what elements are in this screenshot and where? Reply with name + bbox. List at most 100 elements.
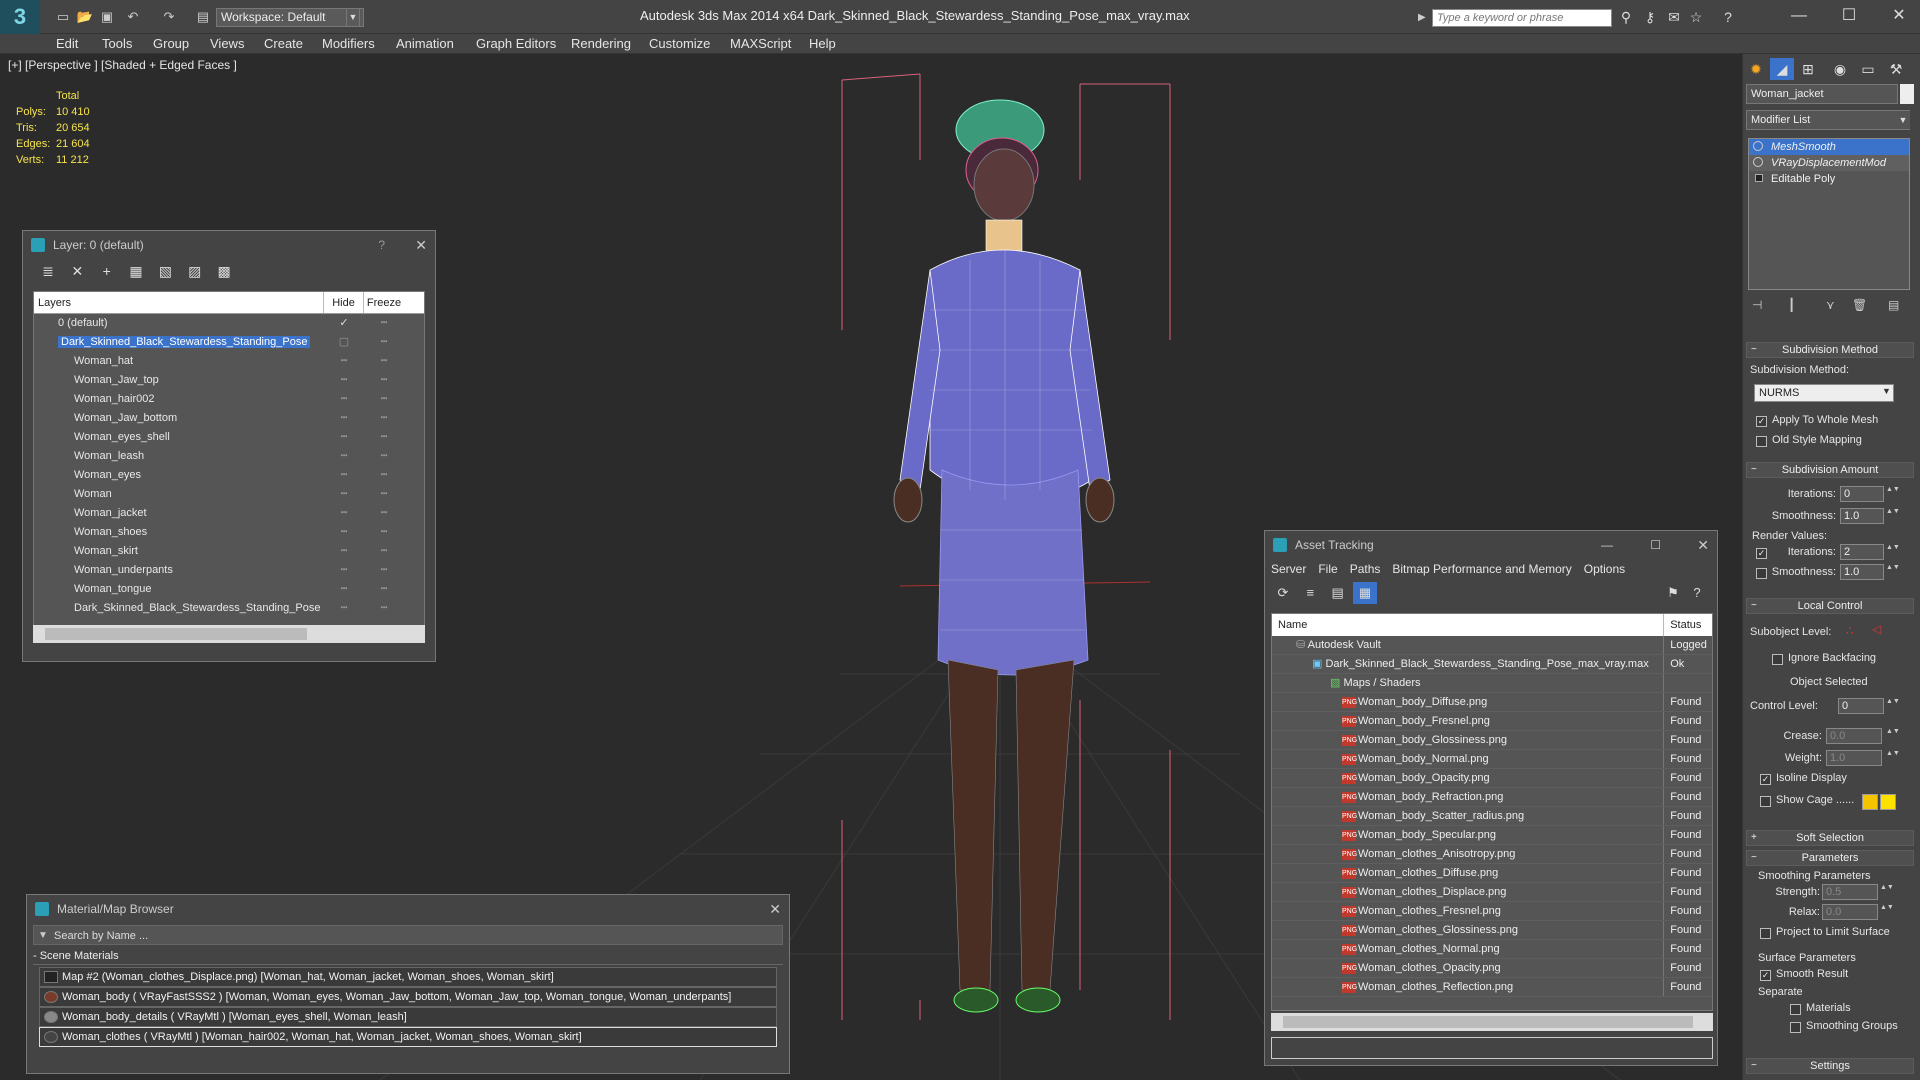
asset-path-field[interactable]	[1271, 1037, 1713, 1059]
freeze-toggle[interactable]: ┅	[364, 447, 404, 466]
hide-toggle[interactable]: ┅	[324, 485, 364, 504]
ignore-backfacing-checkbox[interactable]	[1772, 654, 1783, 665]
status-column-header[interactable]: Status	[1664, 614, 1712, 636]
layer-row[interactable]: Woman_hat ┅ ┅	[34, 352, 424, 371]
menu-maxscript[interactable]: MAXScript	[730, 34, 791, 54]
render-smoothness-spinner[interactable]: 1.0	[1840, 564, 1884, 580]
layer-row[interactable]: Woman ┅ ┅	[34, 485, 424, 504]
create-layer-icon[interactable]: ≣	[35, 259, 61, 283]
expand-icon[interactable]	[1755, 174, 1763, 182]
smoothing-groups-checkbox[interactable]	[1790, 1022, 1801, 1033]
refresh-icon[interactable]: ⟳	[1271, 582, 1295, 604]
create-tab-icon[interactable]: ✹	[1744, 58, 1768, 80]
old-style-mapping-checkbox[interactable]	[1756, 436, 1767, 447]
close-icon[interactable]: ✕	[769, 895, 781, 923]
apply-whole-mesh-checkbox[interactable]: ✓	[1756, 416, 1767, 427]
freeze-column-header[interactable]: Freeze	[364, 292, 404, 313]
table-row[interactable]: PNGWoman_body_Glossiness.png Found	[1272, 731, 1712, 750]
make-unique-icon[interactable]: ⋎	[1826, 298, 1835, 312]
hide-toggle[interactable]: ┅	[324, 428, 364, 447]
freeze-toggle[interactable]: ┅	[364, 466, 404, 485]
project-folder-icon[interactable]: ▤	[194, 8, 212, 26]
freeze-toggle[interactable]: ┅	[364, 314, 404, 333]
spinner-arrows-icon[interactable]: ▲▼	[1880, 884, 1894, 900]
menu-animation[interactable]: Animation	[396, 34, 454, 54]
asset-menu-options[interactable]: Options	[1584, 559, 1625, 579]
table-row[interactable]: PNGWoman_body_Normal.png Found	[1272, 750, 1712, 769]
layer-row[interactable]: Woman_eyes_shell ┅ ┅	[34, 428, 424, 447]
stewardess-3d-model[interactable]	[830, 60, 1190, 1020]
modifier-list-dropdown[interactable]: Modifier List	[1746, 110, 1910, 130]
layer-row[interactable]: Woman_leash ┅ ┅	[34, 447, 424, 466]
spinner-arrows-icon[interactable]: ▲▼	[1886, 698, 1900, 714]
table-row[interactable]: PNGWoman_clothes_Anisotropy.png Found	[1272, 845, 1712, 864]
table-row[interactable]: PNGWoman_body_Specular.png Found	[1272, 826, 1712, 845]
undo-icon[interactable]: ↶	[124, 8, 142, 26]
layer-row[interactable]: 0 (default) ✓ ┅	[34, 314, 424, 333]
menu-edit[interactable]: Edit	[56, 34, 78, 54]
freeze-toggle[interactable]: ┅	[364, 390, 404, 409]
rollout-local-control[interactable]: − Local Control	[1746, 598, 1914, 614]
save-icon[interactable]: ▣	[98, 8, 116, 26]
motion-tab-icon[interactable]: ◉	[1828, 58, 1852, 80]
layer-row[interactable]: Woman_underpants ┅ ┅	[34, 561, 424, 580]
crease-spinner[interactable]: 0.0	[1826, 728, 1882, 744]
chevron-down-icon[interactable]: ▼	[1896, 111, 1910, 129]
object-color-swatch[interactable]	[1900, 84, 1914, 104]
weight-spinner[interactable]: 1.0	[1826, 750, 1882, 766]
table-row[interactable]: ▧ Maps / Shaders	[1272, 674, 1712, 693]
tree-view-icon[interactable]: ▤	[1326, 582, 1350, 604]
layer-row[interactable]: Dark_Skinned_Black_Stewardess_Standing_P…	[34, 599, 424, 618]
search-by-name-input[interactable]: ▼ Search by Name ...	[33, 925, 783, 945]
layer-panel-titlebar[interactable]: Layer: 0 (default) ? ✕	[23, 231, 435, 259]
app-logo-button[interactable]: 3	[0, 0, 40, 34]
stack-item-vraydisplacement[interactable]: VRayDisplacementMod	[1749, 155, 1909, 171]
smoothness-spinner[interactable]: 1.0	[1840, 508, 1884, 524]
layer-row[interactable]: Woman_Jaw_top ┅ ┅	[34, 371, 424, 390]
chevron-down-icon[interactable]: ▼	[38, 926, 48, 946]
hide-toggle[interactable]: ▢	[324, 333, 364, 352]
open-file-icon[interactable]: 📂	[76, 8, 94, 26]
material-list-item[interactable]: Woman_body_details ( VRayMtl ) [Woman_ey…	[39, 1007, 777, 1027]
asset-menu-bitmap-performance[interactable]: Bitmap Performance and Memory	[1392, 559, 1571, 579]
rollout-subdivision-method[interactable]: − Subdivision Method	[1746, 342, 1914, 358]
close-icon[interactable]: ✕	[415, 231, 427, 259]
workspace-dropdown[interactable]: Workspace: Default	[216, 8, 364, 27]
smooth-result-checkbox[interactable]: ✓	[1760, 970, 1771, 981]
table-row[interactable]: PNGWoman_body_Refraction.png Found	[1272, 788, 1712, 807]
freeze-toggle[interactable]: ┅	[364, 409, 404, 428]
layer-row[interactable]: Dark_Skinned_Black_Stewardess_Standing_P…	[34, 333, 424, 352]
hide-toggle[interactable]: ┅	[324, 504, 364, 523]
table-row[interactable]: PNGWoman_clothes_Fresnel.png Found	[1272, 902, 1712, 921]
rollout-parameters[interactable]: − Parameters	[1746, 850, 1914, 866]
highlight-layer-icon[interactable]: ▧	[152, 259, 178, 283]
spinner-arrows-icon[interactable]: ▲▼	[1886, 750, 1900, 766]
menu-modifiers[interactable]: Modifiers	[322, 34, 375, 54]
hierarchy-tab-icon[interactable]: ⊞	[1796, 58, 1820, 80]
spinner-arrows-icon[interactable]: ▲▼	[1880, 904, 1894, 920]
pin-stack-icon[interactable]: ⊣	[1752, 298, 1762, 312]
scene-materials-group[interactable]: - Scene Materials	[33, 947, 783, 965]
asset-tracking-titlebar[interactable]: Asset Tracking — ☐ ✕	[1265, 531, 1717, 559]
project-limit-checkbox[interactable]	[1760, 928, 1771, 939]
table-row[interactable]: PNGWoman_body_Diffuse.png Found	[1272, 693, 1712, 712]
selection-color-swatch[interactable]	[1880, 794, 1896, 810]
scrollbar-thumb[interactable]	[45, 628, 307, 640]
search-expand-icon[interactable]: ▶	[1418, 9, 1430, 27]
show-cage-checkbox[interactable]	[1760, 796, 1771, 807]
hide-toggle[interactable]: ┅	[324, 542, 364, 561]
freeze-toggle[interactable]: ┅	[364, 580, 404, 599]
hide-toggle[interactable]: ┅	[324, 561, 364, 580]
layer-row[interactable]: Woman_skirt ┅ ┅	[34, 542, 424, 561]
hide-toggle[interactable]: ┅	[324, 390, 364, 409]
table-row[interactable]: PNGWoman_clothes_Normal.png Found	[1272, 940, 1712, 959]
lightbulb-icon[interactable]	[1753, 141, 1763, 151]
freeze-toggle[interactable]: ┅	[364, 504, 404, 523]
material-list-item[interactable]: Woman_clothes ( VRayMtl ) [Woman_hair002…	[39, 1027, 777, 1047]
layers-column-header[interactable]: Layers	[34, 292, 324, 313]
table-row[interactable]: PNGWoman_clothes_Reflection.png Found	[1272, 978, 1712, 997]
stack-item-editable-poly[interactable]: Editable Poly	[1749, 171, 1909, 187]
rollout-soft-selection[interactable]: + Soft Selection	[1746, 830, 1914, 846]
hide-toggle[interactable]: ┅	[324, 447, 364, 466]
delete-layer-icon[interactable]: ✕	[64, 259, 90, 283]
